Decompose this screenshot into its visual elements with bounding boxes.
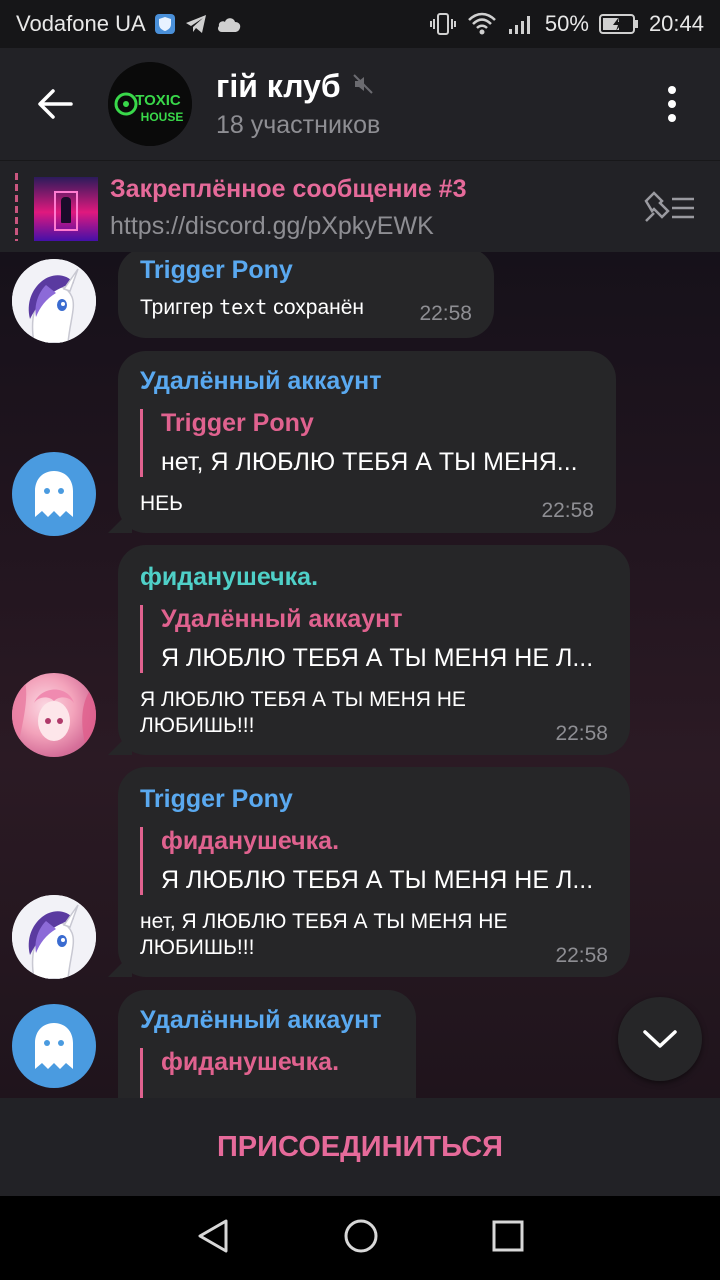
reply-text: нет, Я ЛЮБЛЮ ТЕБЯ А ТЫ МЕНЯ... xyxy=(161,448,578,476)
triangle-back-icon xyxy=(198,1219,228,1252)
status-bar: Vodafone UA 50% 20:44 xyxy=(0,0,720,48)
signal-icon xyxy=(507,13,535,35)
back-button[interactable] xyxy=(0,48,110,160)
pinned-indicator xyxy=(15,173,18,241)
message-bubble[interactable]: Trigger Pony Триггер text сохранён 22:58 xyxy=(118,252,494,338)
square-recents-icon xyxy=(492,1220,524,1251)
message-bubble[interactable]: Удалённый аккаунт Trigger Pony нет, Я ЛЮ… xyxy=(108,351,616,533)
pinned-message-bar[interactable]: Закреплённое сообщение #3 https://discor… xyxy=(0,160,720,252)
cloud-icon xyxy=(216,15,242,33)
more-dot-icon xyxy=(668,114,676,122)
reply-author: Удалённый аккаунт xyxy=(161,605,403,633)
avatar-trigger-pony[interactable] xyxy=(12,895,96,979)
pinned-thumbnail xyxy=(34,177,98,241)
nav-home-button[interactable] xyxy=(343,1218,379,1259)
reply-quote[interactable]: Trigger Pony нет, Я ЛЮБЛЮ ТЕБЯ А ТЫ МЕНЯ… xyxy=(140,409,594,477)
pinned-link: https://discord.gg/pXpkyEWK xyxy=(110,212,434,240)
chat-title: гій клуб xyxy=(216,68,341,104)
message-time: 22:58 xyxy=(555,944,608,967)
more-dot-icon xyxy=(668,100,676,108)
battery-charging-icon xyxy=(598,13,639,35)
message-text: Я ЛЮБЛЮ ТЕБЯ А ТЫ МЕНЯ НЕ ЛЮБИШЬ!!! xyxy=(140,688,466,737)
reply-text: Я ЛЮБЛЮ ТЕБЯ А ТЫ МЕНЯ НЕ Л... xyxy=(161,644,594,672)
more-menu-button[interactable] xyxy=(648,76,696,132)
message-text: нет, Я ЛЮБЛЮ ТЕБЯ А ТЫ МЕНЯ НЕ ЛЮБИШЬ!!! xyxy=(140,910,508,959)
message-bubble[interactable]: фиданушечка. Удалённый аккаунт Я ЛЮБЛЮ Т… xyxy=(108,545,630,755)
message-sender[interactable]: Удалённый аккаунт xyxy=(140,367,381,396)
message-list[interactable]: Trigger Pony Триггер text сохранён 22:58… xyxy=(0,252,720,1098)
vpn-shield-icon xyxy=(154,13,176,35)
pinned-title: Закреплённое сообщение #3 xyxy=(110,175,467,203)
message-time: 22:58 xyxy=(419,302,472,325)
message-time: 22:58 xyxy=(555,722,608,745)
chevron-down-icon xyxy=(643,1030,677,1048)
scroll-down-button[interactable] xyxy=(618,997,702,1081)
chat-avatar[interactable]: TOXIC HOUSE xyxy=(108,62,192,146)
join-label: ПРИСОЕДИНИТЬСЯ xyxy=(216,1130,504,1163)
nav-recents-button[interactable] xyxy=(492,1220,524,1257)
avatar-logo-text1: TOXIC xyxy=(135,92,181,109)
reply-author: фиданушечка. xyxy=(161,1048,340,1076)
message-bubble[interactable]: Удалённый аккаунт фиданушечка. xyxy=(118,990,416,1098)
chat-info[interactable]: гій клуб 18 участников xyxy=(216,68,380,140)
reply-author: фиданушечка. xyxy=(161,827,340,855)
avatar-deleted-account[interactable] xyxy=(12,452,96,536)
message-sender[interactable]: Удалённый аккаунт xyxy=(140,1006,381,1035)
chat-header: TOXIC HOUSE гій клуб 18 участников xyxy=(0,48,720,160)
message-time: 22:58 xyxy=(541,499,594,522)
avatar-deleted-account[interactable] xyxy=(12,1004,96,1088)
message-bubble[interactable]: Trigger Pony фиданушечка. Я ЛЮБЛЮ ТЕБЯ А… xyxy=(108,767,630,977)
pinned-list-button[interactable] xyxy=(642,191,696,230)
telegram-icon xyxy=(184,13,208,35)
arrow-left-icon xyxy=(38,89,73,119)
vibrate-icon xyxy=(429,12,457,36)
message-sender[interactable]: Trigger Pony xyxy=(140,785,293,814)
reply-quote[interactable]: фиданушечка. Я ЛЮБЛЮ ТЕБЯ А ТЫ МЕНЯ НЕ Л… xyxy=(140,827,608,895)
reply-author: Trigger Pony xyxy=(161,409,314,437)
member-count: 18 участников xyxy=(216,111,381,139)
pin-list-icon xyxy=(644,191,694,222)
message-sender[interactable]: Trigger Pony xyxy=(140,256,293,285)
reply-quote[interactable]: фиданушечка. xyxy=(140,1048,394,1098)
message-sender[interactable]: фиданушечка. xyxy=(140,563,318,592)
clock: 20:44 xyxy=(648,11,704,36)
ghost-icon xyxy=(35,1023,73,1069)
battery-percent: 50% xyxy=(544,11,589,36)
message-text: Триггер text сохранён xyxy=(140,295,365,319)
muted-icon xyxy=(351,72,375,101)
more-dot-icon xyxy=(668,86,676,94)
avatar-logo-text2: HOUSE xyxy=(141,110,184,124)
system-nav-bar xyxy=(0,1196,720,1280)
message-text: НЕЬ xyxy=(140,492,183,515)
avatar-fidanushechka[interactable] xyxy=(12,673,96,757)
ghost-icon xyxy=(35,471,73,517)
reply-quote[interactable]: Удалённый аккаунт Я ЛЮБЛЮ ТЕБЯ А ТЫ МЕНЯ… xyxy=(140,605,608,673)
nav-back-button[interactable] xyxy=(196,1218,230,1259)
reply-text: Я ЛЮБЛЮ ТЕБЯ А ТЫ МЕНЯ НЕ Л... xyxy=(161,866,594,894)
wifi-icon xyxy=(467,12,497,36)
circle-home-icon xyxy=(344,1219,378,1252)
avatar-trigger-pony[interactable] xyxy=(12,259,96,343)
join-button[interactable]: ПРИСОЕДИНИТЬСЯ xyxy=(0,1098,720,1196)
carrier-name: Vodafone UA xyxy=(16,11,146,36)
